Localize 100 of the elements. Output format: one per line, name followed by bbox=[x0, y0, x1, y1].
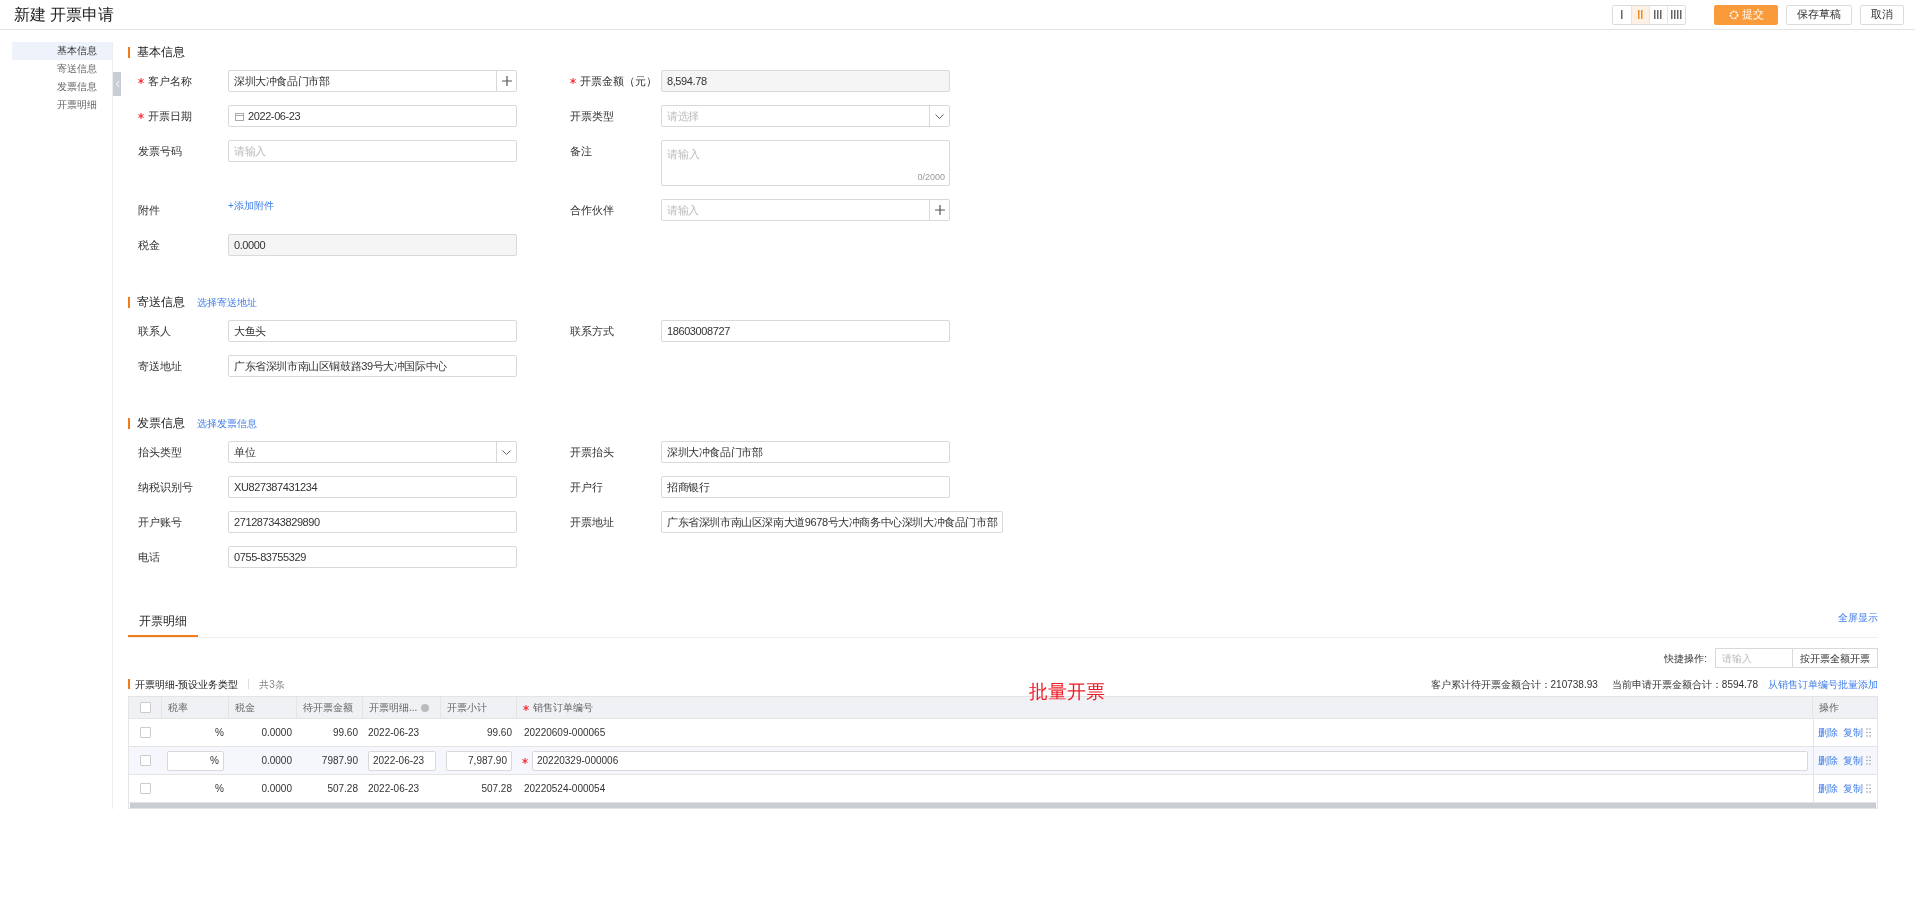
column-header: 销售订单编号 bbox=[533, 701, 593, 715]
required-icon bbox=[522, 757, 528, 764]
input-field[interactable]: 招商银行 bbox=[661, 476, 950, 498]
readonly-field: 0.0000 bbox=[228, 234, 517, 256]
row-action-link[interactable]: 删除 bbox=[1818, 725, 1838, 740]
chevron-left-icon bbox=[114, 80, 120, 88]
column-header: 操作 bbox=[1819, 701, 1839, 715]
annotation-text: 批量开票 bbox=[1029, 680, 1105, 704]
section-link[interactable]: 选择发票信息 bbox=[197, 415, 257, 431]
select-field[interactable]: 单位 bbox=[228, 441, 517, 463]
row-action-link[interactable]: 复制 bbox=[1843, 781, 1863, 796]
table-input[interactable]: % bbox=[167, 750, 224, 771]
section-title: 基本信息 bbox=[137, 44, 185, 61]
checkbox[interactable] bbox=[140, 783, 151, 794]
field-label: 联系方式 bbox=[570, 323, 614, 339]
table-row[interactable]: % 0.0000 99.60 2022-06-23 99.60 20220609-000065 删除 复制 bbox=[129, 719, 1877, 747]
checkbox[interactable] bbox=[140, 727, 151, 738]
horizontal-scrollbar[interactable] bbox=[130, 803, 1876, 808]
columns-icon bbox=[1637, 10, 1644, 19]
fullscreen-link[interactable]: 全屏显示 bbox=[1838, 610, 1878, 625]
input-field[interactable]: 深圳大冲食品门市部 bbox=[228, 70, 517, 92]
table-cell-text: % bbox=[215, 726, 224, 740]
checkbox[interactable] bbox=[140, 755, 151, 766]
field-label: 开票日期 bbox=[148, 108, 192, 124]
field-label: 发票号码 bbox=[138, 143, 182, 159]
row-action-link[interactable]: 删除 bbox=[1818, 781, 1838, 796]
calendar-icon bbox=[235, 111, 244, 121]
row-action-link[interactable]: 复制 bbox=[1843, 725, 1863, 740]
column-header: 税率 bbox=[168, 701, 188, 715]
layout-switcher[interactable] bbox=[1612, 4, 1686, 25]
section-title: 寄送信息 bbox=[137, 294, 185, 311]
columns-icon bbox=[1670, 10, 1683, 19]
table-input[interactable]: 20220329-000006 bbox=[532, 750, 1808, 771]
field-label: 附件 bbox=[138, 202, 160, 218]
spinner-icon bbox=[1728, 9, 1739, 20]
input-field[interactable]: 大鱼头 bbox=[228, 320, 517, 342]
plus-icon bbox=[501, 76, 512, 86]
table-row[interactable]: % 0.0000 507.28 2022-06-23 507.28 20220524-000054 删除 复制 bbox=[129, 775, 1877, 803]
field-label: 开户账号 bbox=[138, 514, 182, 530]
summary-text: 当前申请开票金额合计：8594.78 bbox=[1611, 677, 1758, 692]
row-action-link[interactable]: 复制 bbox=[1843, 753, 1863, 768]
field-label: 寄送地址 bbox=[138, 358, 182, 374]
detail-tab[interactable]: 开票明细 bbox=[128, 607, 198, 637]
table-cell-text: 20220524-000054 bbox=[523, 782, 606, 796]
nav-item[interactable]: 寄送信息 bbox=[12, 60, 112, 78]
input-field[interactable]: 广东省深圳市南山区铜鼓路39号大冲国际中心 bbox=[228, 355, 517, 377]
column-header: 待开票金额 bbox=[303, 701, 353, 715]
table-cell-text: % bbox=[215, 782, 224, 796]
section-title: 发票信息 bbox=[137, 415, 185, 432]
field-label: 开票金额（元） bbox=[580, 73, 657, 89]
input-field[interactable]: 0755-83755329 bbox=[228, 546, 517, 568]
chevron-down-icon bbox=[502, 449, 511, 455]
table-cell-text: 0.0000 bbox=[261, 754, 292, 768]
field-label: 联系人 bbox=[138, 323, 171, 339]
input-field[interactable]: XU827387431234 bbox=[228, 476, 517, 498]
section-marker bbox=[128, 417, 130, 429]
table-cell-text: 2022-06-23 bbox=[368, 782, 420, 796]
drag-handle-icon bbox=[1866, 728, 1871, 737]
nav-item[interactable]: 发票信息 bbox=[12, 78, 112, 96]
collapse-handle[interactable] bbox=[113, 72, 121, 96]
input-field[interactable]: 18603008727 bbox=[661, 320, 950, 342]
nav-item[interactable]: 开票明细 bbox=[12, 96, 112, 114]
batch-add-link[interactable]: 从销售订单编号批量添加 bbox=[1768, 676, 1878, 692]
section-link[interactable]: 选择寄送地址 bbox=[197, 294, 257, 310]
row-action-link[interactable]: 删除 bbox=[1818, 753, 1838, 768]
field-label: 合作伙伴 bbox=[570, 202, 614, 218]
field-label: 开票抬头 bbox=[570, 444, 614, 460]
summary-text: 客户累计待开票金额合计：210738.93 bbox=[1430, 677, 1598, 692]
table-input[interactable]: 2022-06-23 bbox=[368, 750, 436, 771]
columns-icon bbox=[1654, 10, 1663, 19]
table-cell-text: 0.0000 bbox=[261, 726, 292, 740]
action-button[interactable]: 取消 bbox=[1860, 4, 1904, 25]
table-title: 开票明细-预设业务类型 bbox=[135, 677, 239, 692]
chevron-down-icon bbox=[935, 113, 944, 119]
table-input[interactable]: 7,987.90 bbox=[446, 750, 512, 771]
field-label: 备注 bbox=[570, 143, 592, 159]
table-cell-text: 2022-06-23 bbox=[368, 726, 420, 740]
input-field[interactable]: 深圳大冲食品门市部 bbox=[661, 441, 950, 463]
input-field[interactable]: 271287343829890 bbox=[228, 511, 517, 533]
table-cell-text: 507.28 bbox=[481, 782, 512, 796]
table-cell-text: 0.0000 bbox=[261, 782, 292, 796]
nav-item[interactable]: 基本信息 bbox=[12, 42, 112, 60]
field-label: 客户名称 bbox=[148, 73, 192, 89]
table-cell-text: 99.60 bbox=[486, 726, 512, 740]
char-counter: 0/2000 bbox=[917, 170, 945, 184]
field-label: 电话 bbox=[138, 549, 160, 565]
section-marker bbox=[128, 46, 130, 58]
drag-handle-icon bbox=[1866, 756, 1871, 765]
input-field[interactable]: 广东省深圳市南山区深南大道9678号大冲商务中心深圳大冲食品门市部 bbox=[661, 511, 1004, 533]
date-field[interactable]: 2022-06-23 bbox=[228, 105, 517, 127]
action-button[interactable]: 保存草稿 bbox=[1786, 4, 1852, 25]
select-all-checkbox[interactable] bbox=[139, 702, 151, 713]
field-label: 税金 bbox=[138, 237, 160, 253]
page-title: 新建 开票申请 bbox=[14, 4, 115, 25]
column-layout-button[interactable] bbox=[1667, 5, 1685, 24]
table-row[interactable]: % 0.0000 7987.90 2022-06-23 7,987.90 20220329-000006 删除 复制 bbox=[129, 747, 1877, 775]
add-attachment-link[interactable]: +添加附件 bbox=[228, 199, 274, 213]
field-label: 开票地址 bbox=[570, 514, 614, 530]
fill-amount-button[interactable]: 按开票全额开票 bbox=[1793, 648, 1878, 668]
field-label: 开户行 bbox=[570, 479, 603, 495]
